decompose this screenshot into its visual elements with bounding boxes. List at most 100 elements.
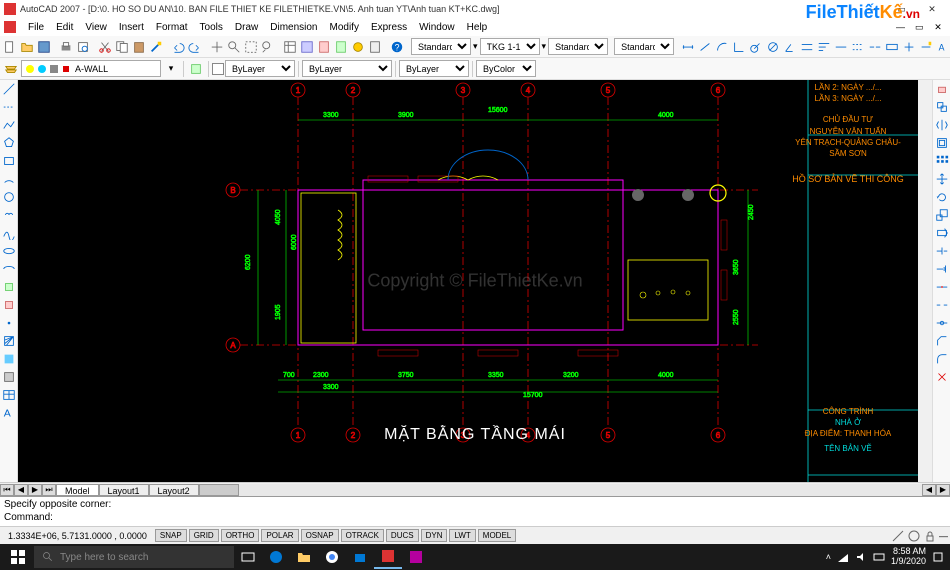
zoom-button[interactable] xyxy=(226,38,242,56)
dim-edit-button[interactable] xyxy=(918,38,934,56)
dim-linear-button[interactable] xyxy=(680,38,696,56)
copy-button[interactable] xyxy=(114,38,130,56)
menu-insert[interactable]: Insert xyxy=(113,22,150,33)
coordinates-display[interactable]: 1.3334E+06, 5.7131.0000 , 0.0000 xyxy=(2,531,153,541)
annotation-scale-icon[interactable] xyxy=(891,529,905,543)
zoom-window-button[interactable] xyxy=(243,38,259,56)
tab-model[interactable]: Model xyxy=(56,484,99,496)
line-tool[interactable] xyxy=(1,81,17,97)
toggle-polar[interactable]: POLAR xyxy=(261,529,298,542)
dimstyle-combo[interactable]: TKG 1-1 xyxy=(480,38,540,55)
task-view-button[interactable] xyxy=(234,545,262,569)
vertical-scrollbar[interactable] xyxy=(918,80,932,482)
tolerance-button[interactable] xyxy=(884,38,900,56)
dimstyle-picker[interactable]: ▾ xyxy=(541,38,548,56)
layer-states-button[interactable] xyxy=(187,60,205,78)
stretch-tool[interactable] xyxy=(934,225,950,241)
new-button[interactable] xyxy=(2,38,18,56)
dim-diameter-button[interactable] xyxy=(765,38,781,56)
hscroll-thumb[interactable] xyxy=(199,484,239,496)
taskbar-app2[interactable] xyxy=(402,545,430,569)
tray-up-icon[interactable]: ˄ xyxy=(826,552,831,562)
taskbar-autocad[interactable] xyxy=(374,545,402,569)
spline-tool[interactable] xyxy=(1,225,17,241)
menu-draw[interactable]: Draw xyxy=(229,22,264,33)
dim-break-button[interactable] xyxy=(867,38,883,56)
mirror-tool[interactable] xyxy=(934,117,950,133)
toggle-snap[interactable]: SNAP xyxy=(155,529,187,542)
layer-combo[interactable]: A-WALL xyxy=(21,60,161,77)
rectangle-tool[interactable] xyxy=(1,153,17,169)
menu-tools[interactable]: Tools xyxy=(194,22,229,33)
toggle-ducs[interactable]: DUCS xyxy=(386,529,419,542)
tab-last[interactable]: ⏭ xyxy=(42,484,56,496)
menu-format[interactable]: Format xyxy=(150,22,194,33)
color-swatch[interactable] xyxy=(212,63,224,75)
menu-window[interactable]: Window xyxy=(413,22,461,33)
toggle-ortho[interactable]: ORTHO xyxy=(221,529,260,542)
tab-next[interactable]: ▶ xyxy=(28,484,42,496)
make-block-tool[interactable] xyxy=(1,297,17,313)
tab-first[interactable]: ⏮ xyxy=(0,484,14,496)
toggle-model[interactable]: MODEL xyxy=(478,529,516,542)
redo-button[interactable] xyxy=(187,38,203,56)
dim-text-edit-button[interactable]: A xyxy=(935,38,950,56)
erase-tool[interactable] xyxy=(934,81,950,97)
tray-network-icon[interactable] xyxy=(837,551,849,563)
polyline-tool[interactable] xyxy=(1,117,17,133)
point-tool[interactable] xyxy=(1,315,17,331)
menu-edit[interactable]: Edit xyxy=(50,22,79,33)
taskbar-search[interactable]: Type here to search xyxy=(34,546,234,568)
hscroll-right[interactable]: ▶ xyxy=(936,484,950,496)
tab-layout2[interactable]: Layout2 xyxy=(149,484,199,496)
tab-prev[interactable]: ◀ xyxy=(14,484,28,496)
start-button[interactable] xyxy=(2,545,34,569)
sheet-set-button[interactable] xyxy=(333,38,349,56)
open-button[interactable] xyxy=(19,38,35,56)
dim-ordinate-button[interactable] xyxy=(731,38,747,56)
toggle-grid[interactable]: GRID xyxy=(189,529,219,542)
construction-line-tool[interactable] xyxy=(1,99,17,115)
arc-tool[interactable] xyxy=(1,171,17,187)
tray-keyboard-icon[interactable] xyxy=(873,551,885,563)
trim-tool[interactable] xyxy=(934,243,950,259)
drawing-canvas[interactable]: 1 2 3 4 5 6 1 2 3 4 5 6 B A xyxy=(18,80,932,482)
textstyle-combo[interactable]: Standard xyxy=(411,38,471,55)
tray-notifications-icon[interactable] xyxy=(932,551,944,563)
menu-help[interactable]: Help xyxy=(461,22,494,33)
ellipse-arc-tool[interactable] xyxy=(1,261,17,277)
mtext-tool[interactable]: A xyxy=(1,405,17,421)
textstyle-picker[interactable]: ▾ xyxy=(472,38,479,56)
center-mark-button[interactable] xyxy=(901,38,917,56)
comm-center-icon[interactable] xyxy=(907,529,921,543)
menu-view[interactable]: View xyxy=(79,22,113,33)
break-at-point-tool[interactable] xyxy=(934,279,950,295)
toggle-osnap[interactable]: OSNAP xyxy=(301,529,339,542)
cut-button[interactable] xyxy=(97,38,113,56)
tool-palettes-button[interactable] xyxy=(316,38,332,56)
zoom-previous-button[interactable] xyxy=(260,38,276,56)
lineweight-combo[interactable]: ByLayer xyxy=(399,60,469,77)
lock-icon[interactable] xyxy=(923,529,937,543)
hatch-tool[interactable] xyxy=(1,333,17,349)
rotate-tool[interactable] xyxy=(934,189,950,205)
match-properties-button[interactable] xyxy=(148,38,164,56)
tablestyle-combo[interactable]: Standard xyxy=(548,38,608,55)
mdi-close[interactable]: ✕ xyxy=(930,22,946,33)
gradient-tool[interactable] xyxy=(1,351,17,367)
pan-button[interactable] xyxy=(209,38,225,56)
plotstyle-combo[interactable]: ByColor xyxy=(476,60,536,77)
linetype-combo[interactable]: ByLayer xyxy=(302,60,392,77)
layer-previous-button[interactable]: ▾ xyxy=(162,60,180,78)
layer-properties-button[interactable] xyxy=(2,60,20,78)
taskbar-explorer[interactable] xyxy=(290,545,318,569)
scale-tool[interactable] xyxy=(934,207,950,223)
copy-tool[interactable] xyxy=(934,99,950,115)
dim-continue-button[interactable] xyxy=(833,38,849,56)
menu-dimension[interactable]: Dimension xyxy=(264,22,323,33)
command-prompt[interactable]: Command: xyxy=(4,511,946,524)
taskbar-store[interactable] xyxy=(346,545,374,569)
hscroll-left[interactable]: ◀ xyxy=(922,484,936,496)
dim-angular-button[interactable] xyxy=(782,38,798,56)
dim-arc-button[interactable] xyxy=(714,38,730,56)
